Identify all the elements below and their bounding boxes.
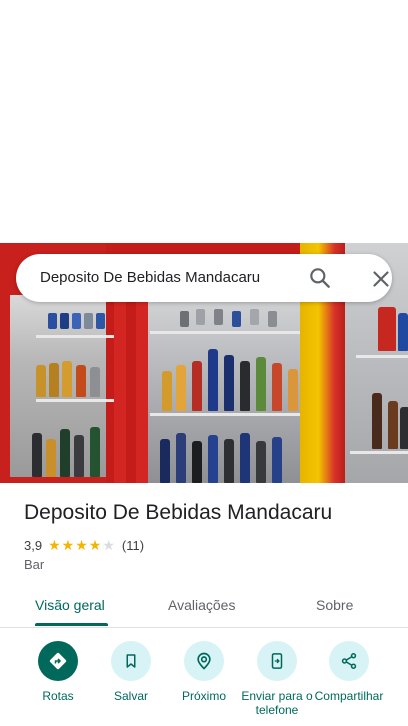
photo-bottle xyxy=(224,439,234,483)
photo-bottle xyxy=(208,435,218,483)
nearby-label: Próximo xyxy=(181,689,226,703)
photo-bottle xyxy=(162,371,172,411)
photo-bottle xyxy=(176,365,186,411)
photo-can xyxy=(72,313,81,329)
photo-shelf xyxy=(150,413,300,416)
photo-bottle xyxy=(256,357,266,411)
photo-bottle xyxy=(90,367,100,397)
photo-shelf xyxy=(356,355,408,358)
rating-stars: ★ ★ ★ ★ ★ xyxy=(48,538,116,552)
close-icon[interactable] xyxy=(368,266,394,292)
photo-bottle xyxy=(74,435,84,477)
rating-value: 3,9 xyxy=(24,537,43,553)
photo-bottle xyxy=(208,349,218,411)
nearby-button[interactable]: Próximo xyxy=(168,641,240,703)
star-filled-icon: ★ xyxy=(48,537,61,553)
search-icon[interactable] xyxy=(307,265,333,291)
photo-bottle xyxy=(49,363,59,397)
photo-bottle xyxy=(224,355,234,411)
place-category[interactable]: Bar xyxy=(24,557,44,572)
tab-bar: Visão geral Avaliações Sobre xyxy=(0,583,408,628)
tab-reviews[interactable]: Avaliações xyxy=(168,583,235,627)
photo-can xyxy=(60,313,69,329)
photo-bottle xyxy=(398,313,408,351)
photo-can xyxy=(250,309,259,325)
star-filled-icon: ★ xyxy=(88,537,102,553)
photo-bottle xyxy=(288,369,298,411)
bookmark-icon xyxy=(111,641,151,681)
save-button[interactable]: Salvar xyxy=(95,641,167,703)
place-title: Deposito De Bebidas Mandacaru xyxy=(24,501,333,524)
photo-can xyxy=(180,311,189,327)
nearby-icon xyxy=(184,641,224,681)
photo-bottle xyxy=(372,393,382,449)
photo-bottle xyxy=(400,407,408,449)
photo-bottle xyxy=(76,365,86,397)
photo-bottle xyxy=(90,427,100,477)
photo-can xyxy=(214,309,223,325)
send-to-phone-button[interactable]: Enviar para o telefone xyxy=(241,641,313,717)
tab-overview[interactable]: Visão geral xyxy=(35,583,105,627)
share-label: Compartilhar xyxy=(314,689,384,703)
directions-label: Rotas xyxy=(42,689,74,703)
save-label: Salvar xyxy=(113,689,148,703)
photo-can xyxy=(84,313,93,329)
photo-bottle xyxy=(46,439,56,477)
search-input[interactable]: Deposito De Bebidas Mandacaru xyxy=(40,254,260,302)
share-button[interactable]: Compartilhar xyxy=(313,641,385,703)
photo-bottle xyxy=(192,361,202,411)
photo-bottle xyxy=(272,437,282,483)
tab-about[interactable]: Sobre xyxy=(316,583,353,627)
photo-bottle xyxy=(256,441,266,483)
blank-top-area xyxy=(0,0,408,243)
photo-shelf xyxy=(36,335,114,338)
photo-bottle xyxy=(240,433,250,483)
photo-bottle xyxy=(272,363,282,411)
star-filled-icon: ★ xyxy=(61,537,75,553)
rating-row[interactable]: 3,9 ★ ★ ★ ★ ★ (11) xyxy=(24,536,144,554)
search-bar[interactable]: Deposito De Bebidas Mandacaru xyxy=(16,254,392,302)
share-icon xyxy=(329,641,369,681)
photo-shelf xyxy=(36,399,114,402)
send-to-phone-icon xyxy=(257,641,297,681)
photo-bottle xyxy=(60,429,70,477)
review-count[interactable]: (11) xyxy=(122,538,144,553)
active-tab-indicator xyxy=(35,623,108,626)
photo-bottle xyxy=(192,441,202,483)
photo-bottle xyxy=(62,361,72,397)
photo-bottle xyxy=(36,365,46,397)
photo-bottle xyxy=(176,433,186,483)
photo-can xyxy=(96,313,105,329)
directions-icon xyxy=(38,641,78,681)
photo-shelf xyxy=(350,451,408,454)
photo-bottle xyxy=(388,401,398,449)
photo-can xyxy=(196,309,205,325)
photo-bottle xyxy=(32,433,42,477)
photo-bottle xyxy=(378,307,396,351)
photo-door-edge xyxy=(136,283,148,483)
photo-can xyxy=(232,311,241,327)
photo-bottle xyxy=(240,361,250,411)
photo-can xyxy=(48,313,57,329)
directions-button[interactable]: Rotas xyxy=(22,641,94,703)
star-empty-icon: ★ xyxy=(102,537,115,553)
photo-shelf xyxy=(150,331,300,334)
photo-can xyxy=(268,311,277,327)
send-to-phone-label: Enviar para o telefone xyxy=(241,689,313,717)
star-filled-icon: ★ xyxy=(75,537,88,553)
photo-bottle xyxy=(160,439,170,483)
photo-door-edge xyxy=(114,283,126,483)
